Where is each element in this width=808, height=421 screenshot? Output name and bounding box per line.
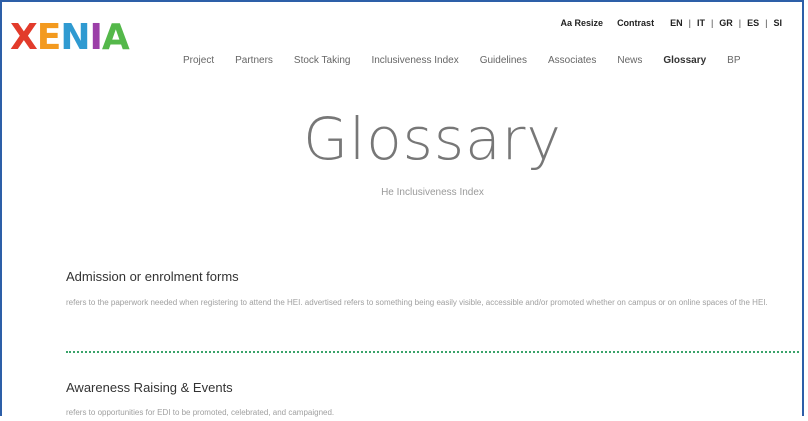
nav-item-associates[interactable]: Associates (548, 55, 596, 66)
nav-item-project[interactable]: Project (183, 55, 214, 66)
accessibility-toolbar: Aa Resize Contrast EN | IT | GR | ES | S… (561, 18, 784, 28)
resize-button[interactable]: Aa Resize (561, 18, 604, 28)
language-separator: | (738, 18, 742, 28)
logo-letter: E (36, 17, 62, 58)
contrast-button[interactable]: Contrast (617, 18, 654, 28)
entry-divider (66, 351, 799, 353)
glossary-entry-title: Awareness Raising & Events (66, 380, 233, 395)
logo-letter: N (60, 17, 90, 58)
nav-item-guidelines[interactable]: Guidelines (480, 55, 527, 66)
glossary-entry-title: Admission or enrolment forms (66, 269, 239, 284)
language-it[interactable]: IT (695, 18, 707, 28)
page-subtitle: He Inclusiveness Index (381, 187, 484, 198)
logo-letter: I (89, 17, 103, 58)
language-si[interactable]: SI (771, 18, 784, 28)
language-es[interactable]: ES (745, 18, 761, 28)
language-separator: | (688, 18, 691, 28)
language-separator: | (710, 18, 714, 28)
language-gr[interactable]: GR (717, 18, 735, 28)
logo-letter: X (10, 17, 38, 58)
logo-letter: A (101, 17, 130, 58)
nav-item-glossary[interactable]: Glossary (663, 55, 706, 66)
nav-item-stock-taking[interactable]: Stock Taking (294, 55, 351, 66)
page-title: Glossary (303, 105, 562, 173)
glossary-entry-text: refers to opportunities for EDI to be pr… (66, 408, 335, 417)
language-en[interactable]: EN (668, 18, 685, 28)
xenia-logo[interactable]: X E N I A (10, 17, 130, 58)
nav-item-inclusiveness-index[interactable]: Inclusiveness Index (371, 55, 458, 66)
nav-item-partners[interactable]: Partners (235, 55, 273, 66)
main-nav: Project Partners Stock Taking Inclusiven… (183, 55, 741, 66)
glossary-entry-text: refers to the paperwork needed when regi… (66, 298, 768, 307)
nav-item-news[interactable]: News (617, 55, 642, 66)
language-separator: | (765, 18, 768, 28)
nav-item-bp[interactable]: BP (727, 55, 740, 66)
